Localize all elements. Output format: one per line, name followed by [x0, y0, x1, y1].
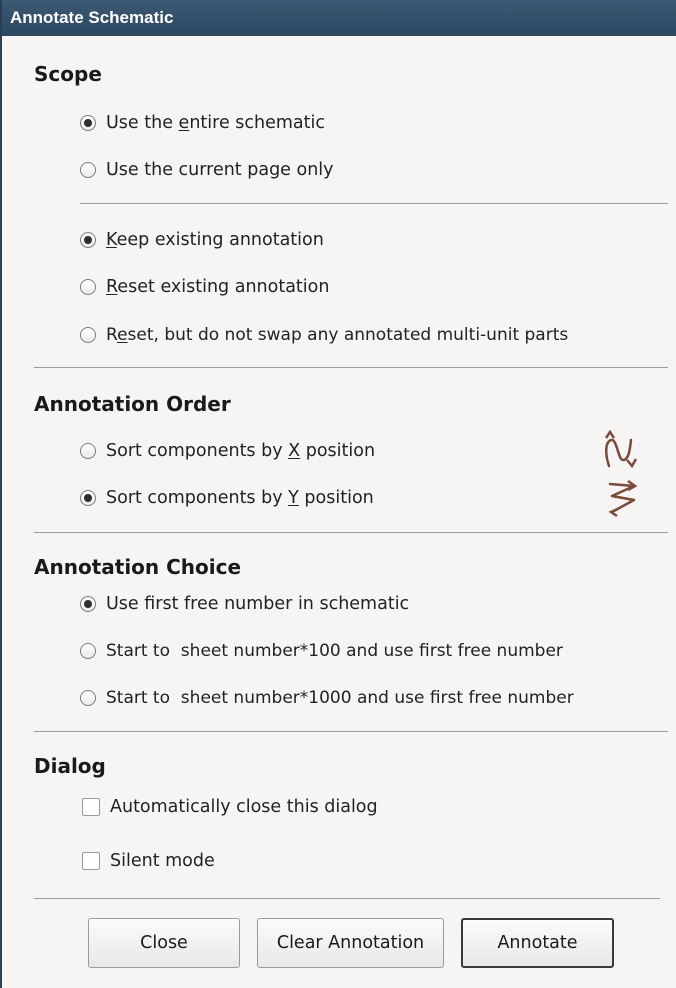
scope-current-page-radio[interactable]: Use the current page only: [80, 157, 334, 183]
radio-indicator[interactable]: [80, 690, 96, 706]
section-separator: [34, 731, 668, 732]
radio-label: Sort components by Y position: [106, 488, 374, 508]
sheet-number-1000-radio[interactable]: Start to sheet number*1000 and use first…: [80, 685, 574, 711]
sort-by-x-radio[interactable]: Sort components by X position: [80, 438, 375, 464]
radio-label: Keep existing annotation: [106, 230, 324, 250]
window-title: Annotate Schematic: [2, 0, 676, 36]
sort-by-x-icon: [604, 430, 638, 469]
annotation-choice-title: Annotation Choice: [34, 555, 242, 579]
scope-title: Scope: [34, 62, 102, 86]
radio-label: Reset, but do not swap any annotated mul…: [106, 325, 569, 345]
radio-indicator[interactable]: [80, 596, 96, 612]
radio-indicator[interactable]: [80, 162, 96, 178]
checkbox-indicator[interactable]: [82, 852, 100, 870]
section-separator: [34, 532, 668, 533]
radio-label: Use the current page only: [106, 160, 334, 180]
annotation-order-title: Annotation Order: [34, 392, 231, 416]
radio-label: Reset existing annotation: [106, 277, 330, 297]
dialog-section-title: Dialog: [34, 754, 106, 778]
radio-indicator[interactable]: [80, 327, 96, 343]
radio-label: Use the entire schematic: [106, 113, 325, 133]
checkbox-label: Automatically close this dialog: [110, 797, 378, 817]
annotate-dialog: Annotate Schematic Scope Use the entire …: [0, 0, 676, 988]
scope-entire-schematic-radio[interactable]: Use the entire schematic: [80, 110, 325, 136]
reset-no-swap-radio[interactable]: Reset, but do not swap any annotated mul…: [80, 322, 568, 348]
silent-mode-checkbox[interactable]: Silent mode: [82, 848, 215, 874]
radio-label: Use first free number in schematic: [106, 594, 410, 614]
radio-indicator[interactable]: [80, 643, 96, 659]
annotate-button[interactable]: Annotate: [461, 918, 614, 968]
sheet-number-100-radio[interactable]: Start to sheet number*100 and use first …: [80, 638, 563, 664]
checkbox-indicator[interactable]: [82, 798, 100, 816]
radio-indicator[interactable]: [80, 232, 96, 248]
section-separator: [34, 367, 668, 368]
buttons-separator: [34, 898, 660, 899]
checkbox-label: Silent mode: [110, 851, 215, 871]
close-button[interactable]: Close: [88, 918, 240, 968]
auto-close-checkbox[interactable]: Automatically close this dialog: [82, 794, 378, 820]
first-free-number-radio[interactable]: Use first free number in schematic: [80, 591, 409, 617]
radio-indicator[interactable]: [80, 443, 96, 459]
sort-by-y-icon: [608, 479, 638, 518]
scope-separator: [80, 203, 668, 204]
reset-existing-annotation-radio[interactable]: Reset existing annotation: [80, 274, 329, 300]
radio-indicator[interactable]: [80, 279, 96, 295]
radio-indicator[interactable]: [80, 115, 96, 131]
radio-label: Sort components by X position: [106, 441, 376, 461]
sort-by-y-radio[interactable]: Sort components by Y position: [80, 485, 374, 511]
radio-label: Start to sheet number*100 and use first …: [106, 641, 563, 661]
clear-annotation-button[interactable]: Clear Annotation: [257, 918, 444, 968]
keep-existing-annotation-radio[interactable]: Keep existing annotation: [80, 227, 324, 253]
radio-indicator[interactable]: [80, 490, 96, 506]
radio-label: Start to sheet number*1000 and use first…: [106, 688, 574, 708]
